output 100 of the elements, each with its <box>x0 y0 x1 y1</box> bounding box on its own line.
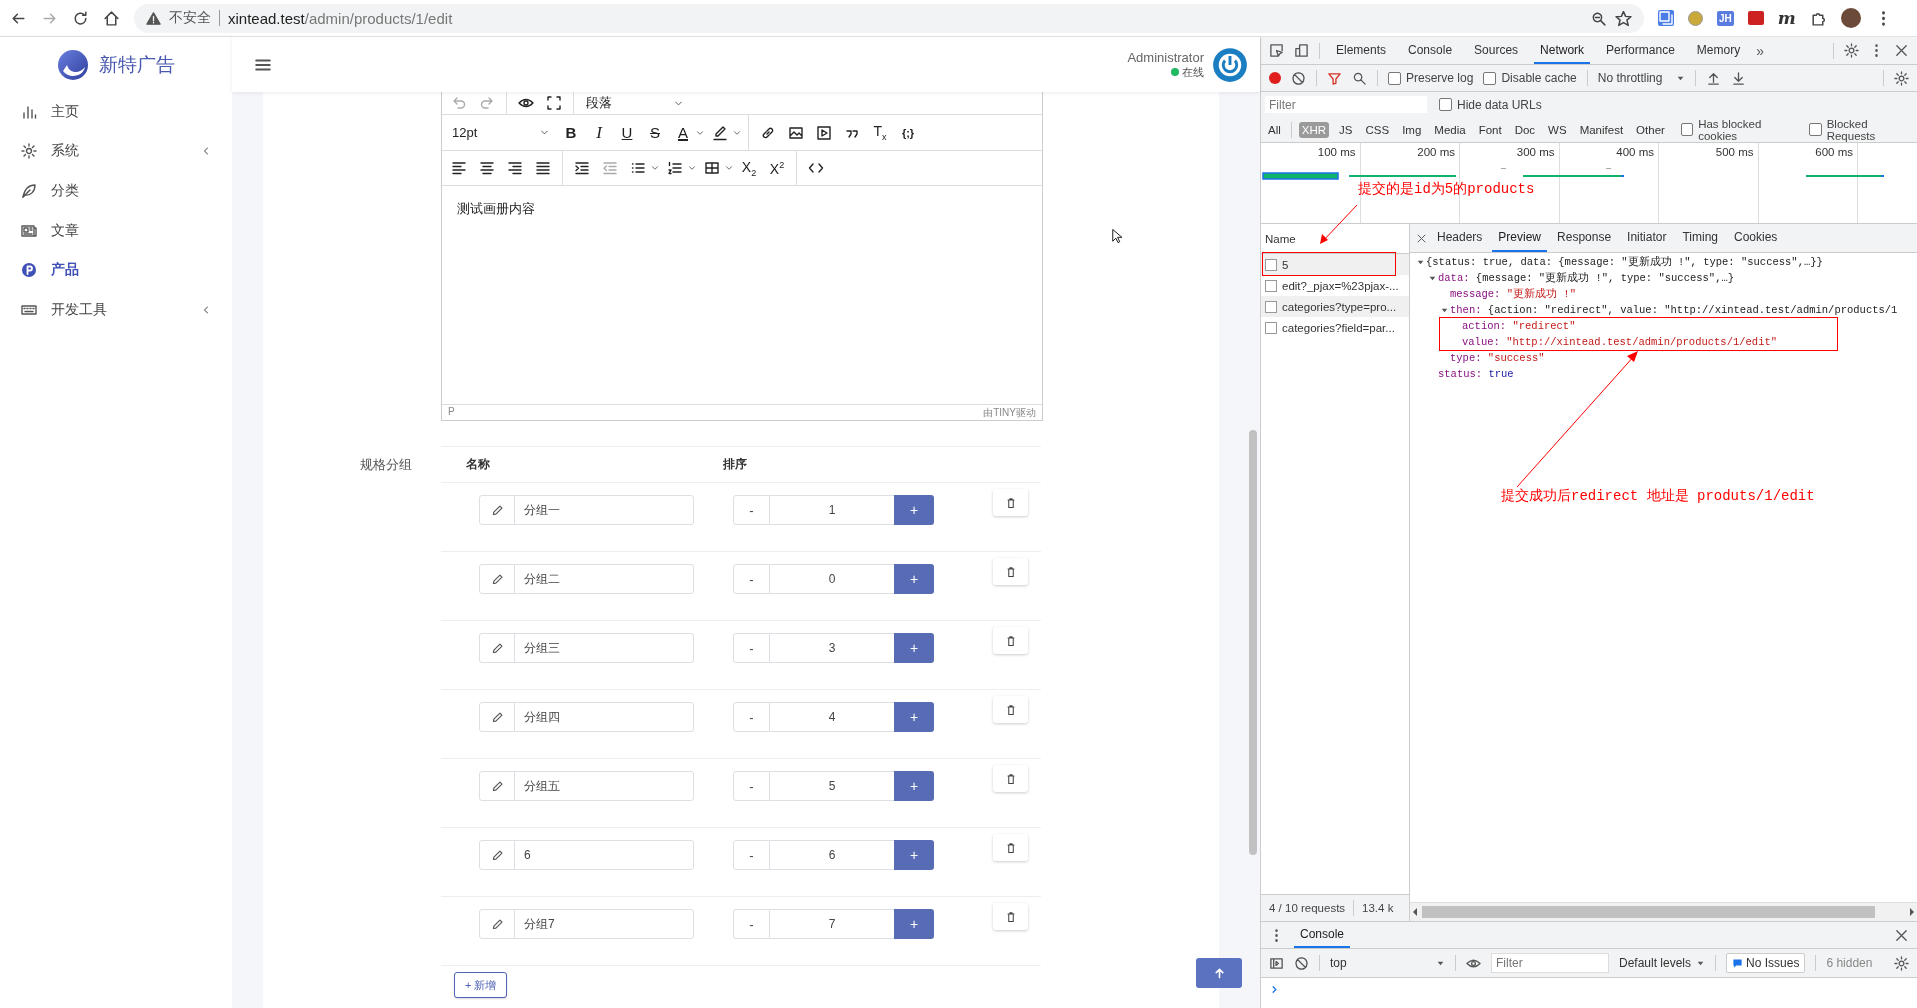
type-filter[interactable]: Font <box>1475 121 1505 138</box>
minus-button[interactable]: - <box>733 633 770 663</box>
address-bar[interactable]: 不安全 xintead.test/admin/products/1/edit <box>134 3 1644 33</box>
plus-button[interactable]: + <box>894 771 934 801</box>
name-field[interactable]: 分组四 <box>479 702 694 732</box>
sidebar-item[interactable]: 文章 <box>0 210 232 251</box>
caret-icon[interactable] <box>687 163 697 173</box>
checkbox[interactable] <box>1680 123 1694 136</box>
name-field[interactable]: 分组7 <box>479 909 694 939</box>
italic-button[interactable]: I <box>586 119 612 146</box>
name-field[interactable]: 6 <box>479 840 694 870</box>
extension-icon[interactable] <box>1747 11 1764 25</box>
panel-tab[interactable]: Console <box>1402 37 1459 64</box>
inspect-icon[interactable] <box>1269 43 1284 58</box>
type-filter[interactable]: WS <box>1545 121 1570 138</box>
close-icon[interactable] <box>1894 43 1909 58</box>
checkbox[interactable] <box>1439 98 1452 111</box>
filter-icon[interactable] <box>1327 70 1342 86</box>
search-icon[interactable] <box>1352 70 1367 86</box>
clear-icon[interactable] <box>1291 70 1306 86</box>
record-button[interactable] <box>1269 72 1281 84</box>
align-center-icon[interactable] <box>479 160 495 176</box>
delete-button[interactable] <box>993 696 1028 723</box>
scroll-top-button[interactable] <box>1196 958 1242 988</box>
levels-select[interactable]: Default levels <box>1619 956 1706 970</box>
plus-button[interactable]: + <box>894 840 934 870</box>
sidebar-item[interactable]: 主页 <box>0 92 232 132</box>
bullet-list-icon[interactable] <box>630 160 646 176</box>
plus-button[interactable]: + <box>894 495 934 525</box>
sidebar-item[interactable]: 分类 <box>0 171 232 211</box>
type-filter[interactable]: All <box>1265 121 1284 138</box>
plus-button[interactable]: + <box>894 633 934 663</box>
settings-icon[interactable] <box>1844 43 1859 58</box>
home-icon[interactable] <box>103 9 120 27</box>
checkbox[interactable] <box>1809 123 1822 136</box>
table-icon[interactable] <box>704 160 720 176</box>
superscript-button[interactable]: X$^{2}$ <box>764 155 790 181</box>
detail-tab[interactable]: Timing <box>1676 224 1724 252</box>
request-row[interactable]: categories?type=pro... <box>1261 296 1409 317</box>
justify-icon[interactable] <box>535 160 551 176</box>
plus-button[interactable]: + <box>894 909 934 939</box>
translate-icon[interactable] <box>1658 10 1674 26</box>
highlight-icon[interactable] <box>712 124 728 141</box>
detail-tab[interactable]: Headers <box>1431 224 1489 252</box>
format-select[interactable]: 12pt <box>446 119 556 146</box>
text-color-button[interactable]: A <box>670 119 696 146</box>
device-icon[interactable] <box>1294 43 1309 58</box>
delete-button[interactable] <box>993 489 1028 516</box>
plus-button[interactable]: + <box>894 564 934 594</box>
image-icon[interactable] <box>788 124 804 141</box>
request-row[interactable]: categories?field=par... <box>1261 317 1409 338</box>
panel-tab[interactable]: Sources <box>1468 37 1525 64</box>
extension-icon[interactable]: m <box>1777 8 1796 28</box>
context-select[interactable]: top <box>1330 956 1445 970</box>
type-filter[interactable]: Media <box>1431 121 1469 138</box>
panel-tab[interactable]: Performance <box>1600 37 1681 64</box>
delete-button[interactable] <box>993 765 1028 792</box>
star-icon[interactable] <box>1615 9 1632 27</box>
export-icon[interactable] <box>1731 70 1747 86</box>
bold-button[interactable]: B <box>558 119 584 146</box>
minus-button[interactable]: - <box>733 909 770 939</box>
filter-field[interactable]: Filter <box>1491 953 1609 973</box>
minus-button[interactable]: - <box>733 564 770 594</box>
sidebar-item[interactable]: 系统 <box>0 131 232 172</box>
user-avatar[interactable] <box>1212 46 1248 83</box>
detail-tab[interactable]: Cookies <box>1728 224 1784 252</box>
delete-button[interactable] <box>993 558 1028 585</box>
more-tabs-button[interactable]: » <box>1756 42 1764 59</box>
import-icon[interactable] <box>1706 70 1722 86</box>
checkbox[interactable] <box>1388 71 1401 85</box>
delete-button[interactable] <box>993 627 1028 654</box>
fullscreen-icon[interactable] <box>546 95 562 111</box>
media-icon[interactable] <box>816 124 832 141</box>
type-filter[interactable]: CSS <box>1362 121 1393 138</box>
close-icon[interactable] <box>1416 232 1427 244</box>
minus-button[interactable]: - <box>733 495 770 525</box>
panel-tab[interactable]: Elements <box>1330 37 1393 64</box>
align-right-icon[interactable] <box>507 160 523 176</box>
throttling-select[interactable]: No throttling <box>1597 71 1686 85</box>
name-field[interactable]: 分组一 <box>479 495 694 525</box>
panel-tab[interactable]: Memory <box>1690 37 1747 64</box>
extension-icon[interactable]: JH <box>1717 10 1734 26</box>
strikethrough-button[interactable]: S <box>642 119 668 146</box>
scroll-left-icon[interactable] <box>1412 907 1418 917</box>
name-field[interactable]: 分组五 <box>479 771 694 801</box>
close-icon[interactable] <box>1894 927 1909 943</box>
issues-button[interactable]: No Issues <box>1726 953 1806 973</box>
indent-icon[interactable] <box>574 160 590 176</box>
align-left-icon[interactable] <box>451 160 467 176</box>
type-filter[interactable]: Other <box>1633 121 1668 138</box>
minus-button[interactable]: - <box>733 840 770 870</box>
format-select[interactable]: 段落 <box>580 92 690 116</box>
sidebar-icon[interactable] <box>1269 955 1284 971</box>
caret-icon[interactable] <box>724 163 734 173</box>
type-filter[interactable]: Manifest <box>1576 121 1627 138</box>
plus-button[interactable]: + <box>894 702 934 732</box>
type-filter[interactable]: Img <box>1399 121 1425 138</box>
type-filter[interactable]: JS <box>1336 121 1356 138</box>
settings-icon[interactable] <box>1894 955 1909 971</box>
name-field[interactable]: 分组三 <box>479 633 694 663</box>
